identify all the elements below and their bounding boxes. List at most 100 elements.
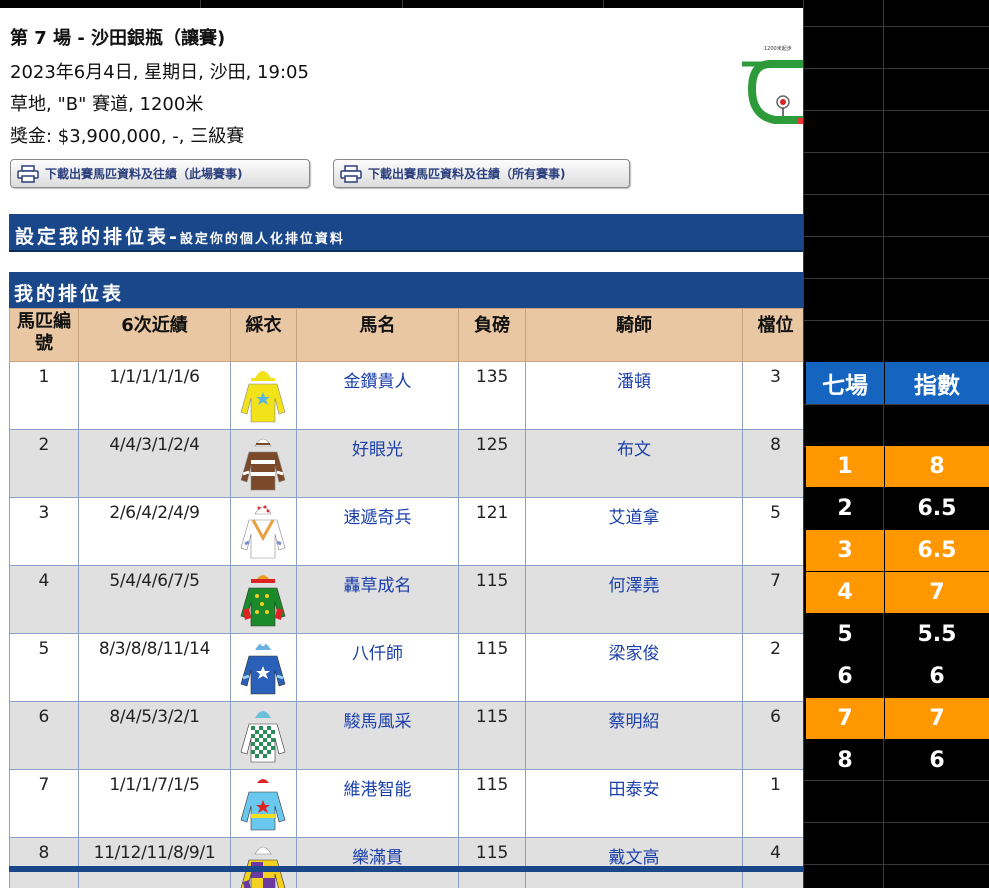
grid-line <box>803 404 989 405</box>
cell-draw: 2 <box>742 633 803 702</box>
header-horse-no: 馬匹編號 <box>9 308 79 362</box>
grid-line <box>803 822 989 823</box>
sheet-cell-index[interactable]: 5.5 <box>885 614 989 655</box>
sheet-cell-index[interactable]: 6.5 <box>885 530 989 571</box>
sheet-cell-index[interactable]: 7 <box>885 698 989 739</box>
sheet-cell-index[interactable]: 6.5 <box>885 488 989 529</box>
cell-horse-no: 6 <box>9 701 79 770</box>
cell-jockey[interactable]: 戴文高 <box>525 837 744 888</box>
table-bottom-border <box>9 866 803 872</box>
cell-jockey[interactable]: 何澤堯 <box>525 565 744 634</box>
cell-weight: 121 <box>458 497 527 566</box>
cell-horse-name[interactable]: 轟草成名 <box>295 565 460 634</box>
cell-silk <box>230 361 297 430</box>
grid-line <box>803 152 989 153</box>
grid-line <box>803 320 989 321</box>
sheet-cell-race[interactable]: 4 <box>806 572 884 613</box>
cell-horse-name[interactable]: 駿馬風采 <box>295 701 460 770</box>
sheet-cell-index[interactable]: 6 <box>885 656 989 697</box>
grid-line <box>803 864 989 865</box>
cell-horse-name[interactable]: 速遞奇兵 <box>295 497 460 566</box>
cell-horse-no: 4 <box>9 565 79 634</box>
jockey-silk-icon <box>241 711 286 763</box>
track-map-icon: 1200米起步 <box>742 45 803 124</box>
download-all-races-label: 下載出賽馬匹資料及往績（所有賽事) <box>368 167 566 181</box>
sheet-cell-race[interactable]: 6 <box>806 656 884 697</box>
cell-horse-name[interactable]: 好眼光 <box>295 429 460 498</box>
cell-weight: 115 <box>458 701 527 770</box>
cell-jockey[interactable]: 艾道拿 <box>525 497 744 566</box>
sheet-cell-race[interactable]: 5 <box>806 614 884 655</box>
cell-last-6: 11/12/11/8/9/1 <box>77 837 232 888</box>
track-map-label: 1200米起步 <box>764 45 792 52</box>
grid-line <box>803 0 804 888</box>
sheet-header-index[interactable]: 指數 <box>885 362 989 404</box>
cell-jockey[interactable]: 蔡明紹 <box>525 701 744 770</box>
header-jockey: 騎師 <box>525 308 744 362</box>
header-silks: 綵衣 <box>230 308 297 362</box>
jockey-silk-icon <box>241 575 286 627</box>
cell-silk <box>230 497 297 566</box>
grid-line <box>803 278 989 279</box>
download-all-races-button[interactable]: 下載出賽馬匹資料及往績（所有賽事) <box>333 159 630 188</box>
cell-last-6: 1/1/1/7/1/5 <box>77 769 232 838</box>
sheet-cell-race[interactable]: 8 <box>806 740 884 781</box>
jockey-silk-icon <box>241 779 286 831</box>
jockey-silk-icon <box>241 505 286 559</box>
cell-horse-name[interactable]: 金鑽貴人 <box>295 361 460 430</box>
spreadsheet-panel: 七場 指數 1 8 2 6.5 3 6.5 4 7 5 5.5 6 6 7 7 8 6 <box>803 0 989 888</box>
cell-draw: 4 <box>742 837 803 888</box>
jockey-silk-icon <box>241 371 286 423</box>
sheet-cell-index[interactable]: 7 <box>885 572 989 613</box>
cell-horse-no: 5 <box>9 633 79 702</box>
header-horse-name: 馬名 <box>295 308 460 362</box>
jockey-silk-icon <box>241 846 286 888</box>
cell-weight: 115 <box>458 769 527 838</box>
grid-line <box>402 0 403 8</box>
cell-jockey[interactable]: 梁家俊 <box>525 633 744 702</box>
cell-draw: 7 <box>742 565 803 634</box>
cell-jockey[interactable]: 潘頓 <box>525 361 744 430</box>
grid-line <box>603 0 604 8</box>
jockey-silk-icon <box>241 438 286 491</box>
cell-last-6: 1/1/1/1/1/6 <box>77 361 232 430</box>
cell-jockey[interactable]: 田泰安 <box>525 769 744 838</box>
table-header-row: 馬匹編號 6次近績 綵衣 馬名 負磅 騎師 檔位 <box>9 308 803 362</box>
cell-last-6: 4/4/3/1/2/4 <box>77 429 232 498</box>
sheet-cell-race[interactable]: 2 <box>806 488 884 529</box>
table-row: 7 1/1/1/7/1/5 維港智能 115 田泰安 1 <box>9 769 803 838</box>
header-last-6: 6次近績 <box>77 308 232 362</box>
my-table-bar: 我的排位表 <box>9 272 803 309</box>
table-row: 8 11/12/11/8/9/1 樂滿貫 115 戴文高 4 <box>9 837 803 888</box>
settings-bar-title: 設定我的排位表- <box>15 226 180 248</box>
grid-line <box>200 0 201 8</box>
cell-draw: 8 <box>742 429 803 498</box>
cell-horse-name[interactable]: 八仟師 <box>295 633 460 702</box>
cell-horse-name[interactable]: 維港智能 <box>295 769 460 838</box>
cell-draw: 6 <box>742 701 803 770</box>
settings-bar[interactable]: 設定我的排位表-設定你的個人化排位資料 <box>9 214 803 252</box>
cell-last-6: 8/3/8/8/11/14 <box>77 633 232 702</box>
cell-silk <box>230 429 297 498</box>
sheet-cell-race[interactable]: 1 <box>806 446 884 487</box>
cell-horse-no: 2 <box>9 429 79 498</box>
sheet-cell-index[interactable]: 8 <box>885 446 989 487</box>
cell-weight: 115 <box>458 837 527 888</box>
cell-silk <box>230 769 297 838</box>
cell-weight: 135 <box>458 361 527 430</box>
table-row: 6 8/4/5/3/2/1 駿馬風采 115 蔡明紹 6 <box>9 701 803 770</box>
download-this-race-button[interactable]: 下載出賽馬匹資料及往績（此場賽事) <box>10 159 310 188</box>
cell-horse-no: 8 <box>9 837 79 888</box>
sheet-cell-race[interactable]: 3 <box>806 530 884 571</box>
cell-horse-name[interactable]: 樂滿貫 <box>295 837 460 888</box>
header-weight: 負磅 <box>458 308 527 362</box>
sheet-cell-index[interactable]: 6 <box>885 740 989 781</box>
header-draw: 檔位 <box>742 308 803 362</box>
sheet-cell-race[interactable]: 7 <box>806 698 884 739</box>
grid-line <box>803 68 989 69</box>
cell-horse-no: 3 <box>9 497 79 566</box>
cell-jockey[interactable]: 布文 <box>525 429 744 498</box>
table-row: 5 8/3/8/8/11/14 八仟師 115 梁家俊 2 <box>9 633 803 702</box>
printer-icon <box>17 164 39 183</box>
sheet-header-race[interactable]: 七場 <box>806 362 884 404</box>
